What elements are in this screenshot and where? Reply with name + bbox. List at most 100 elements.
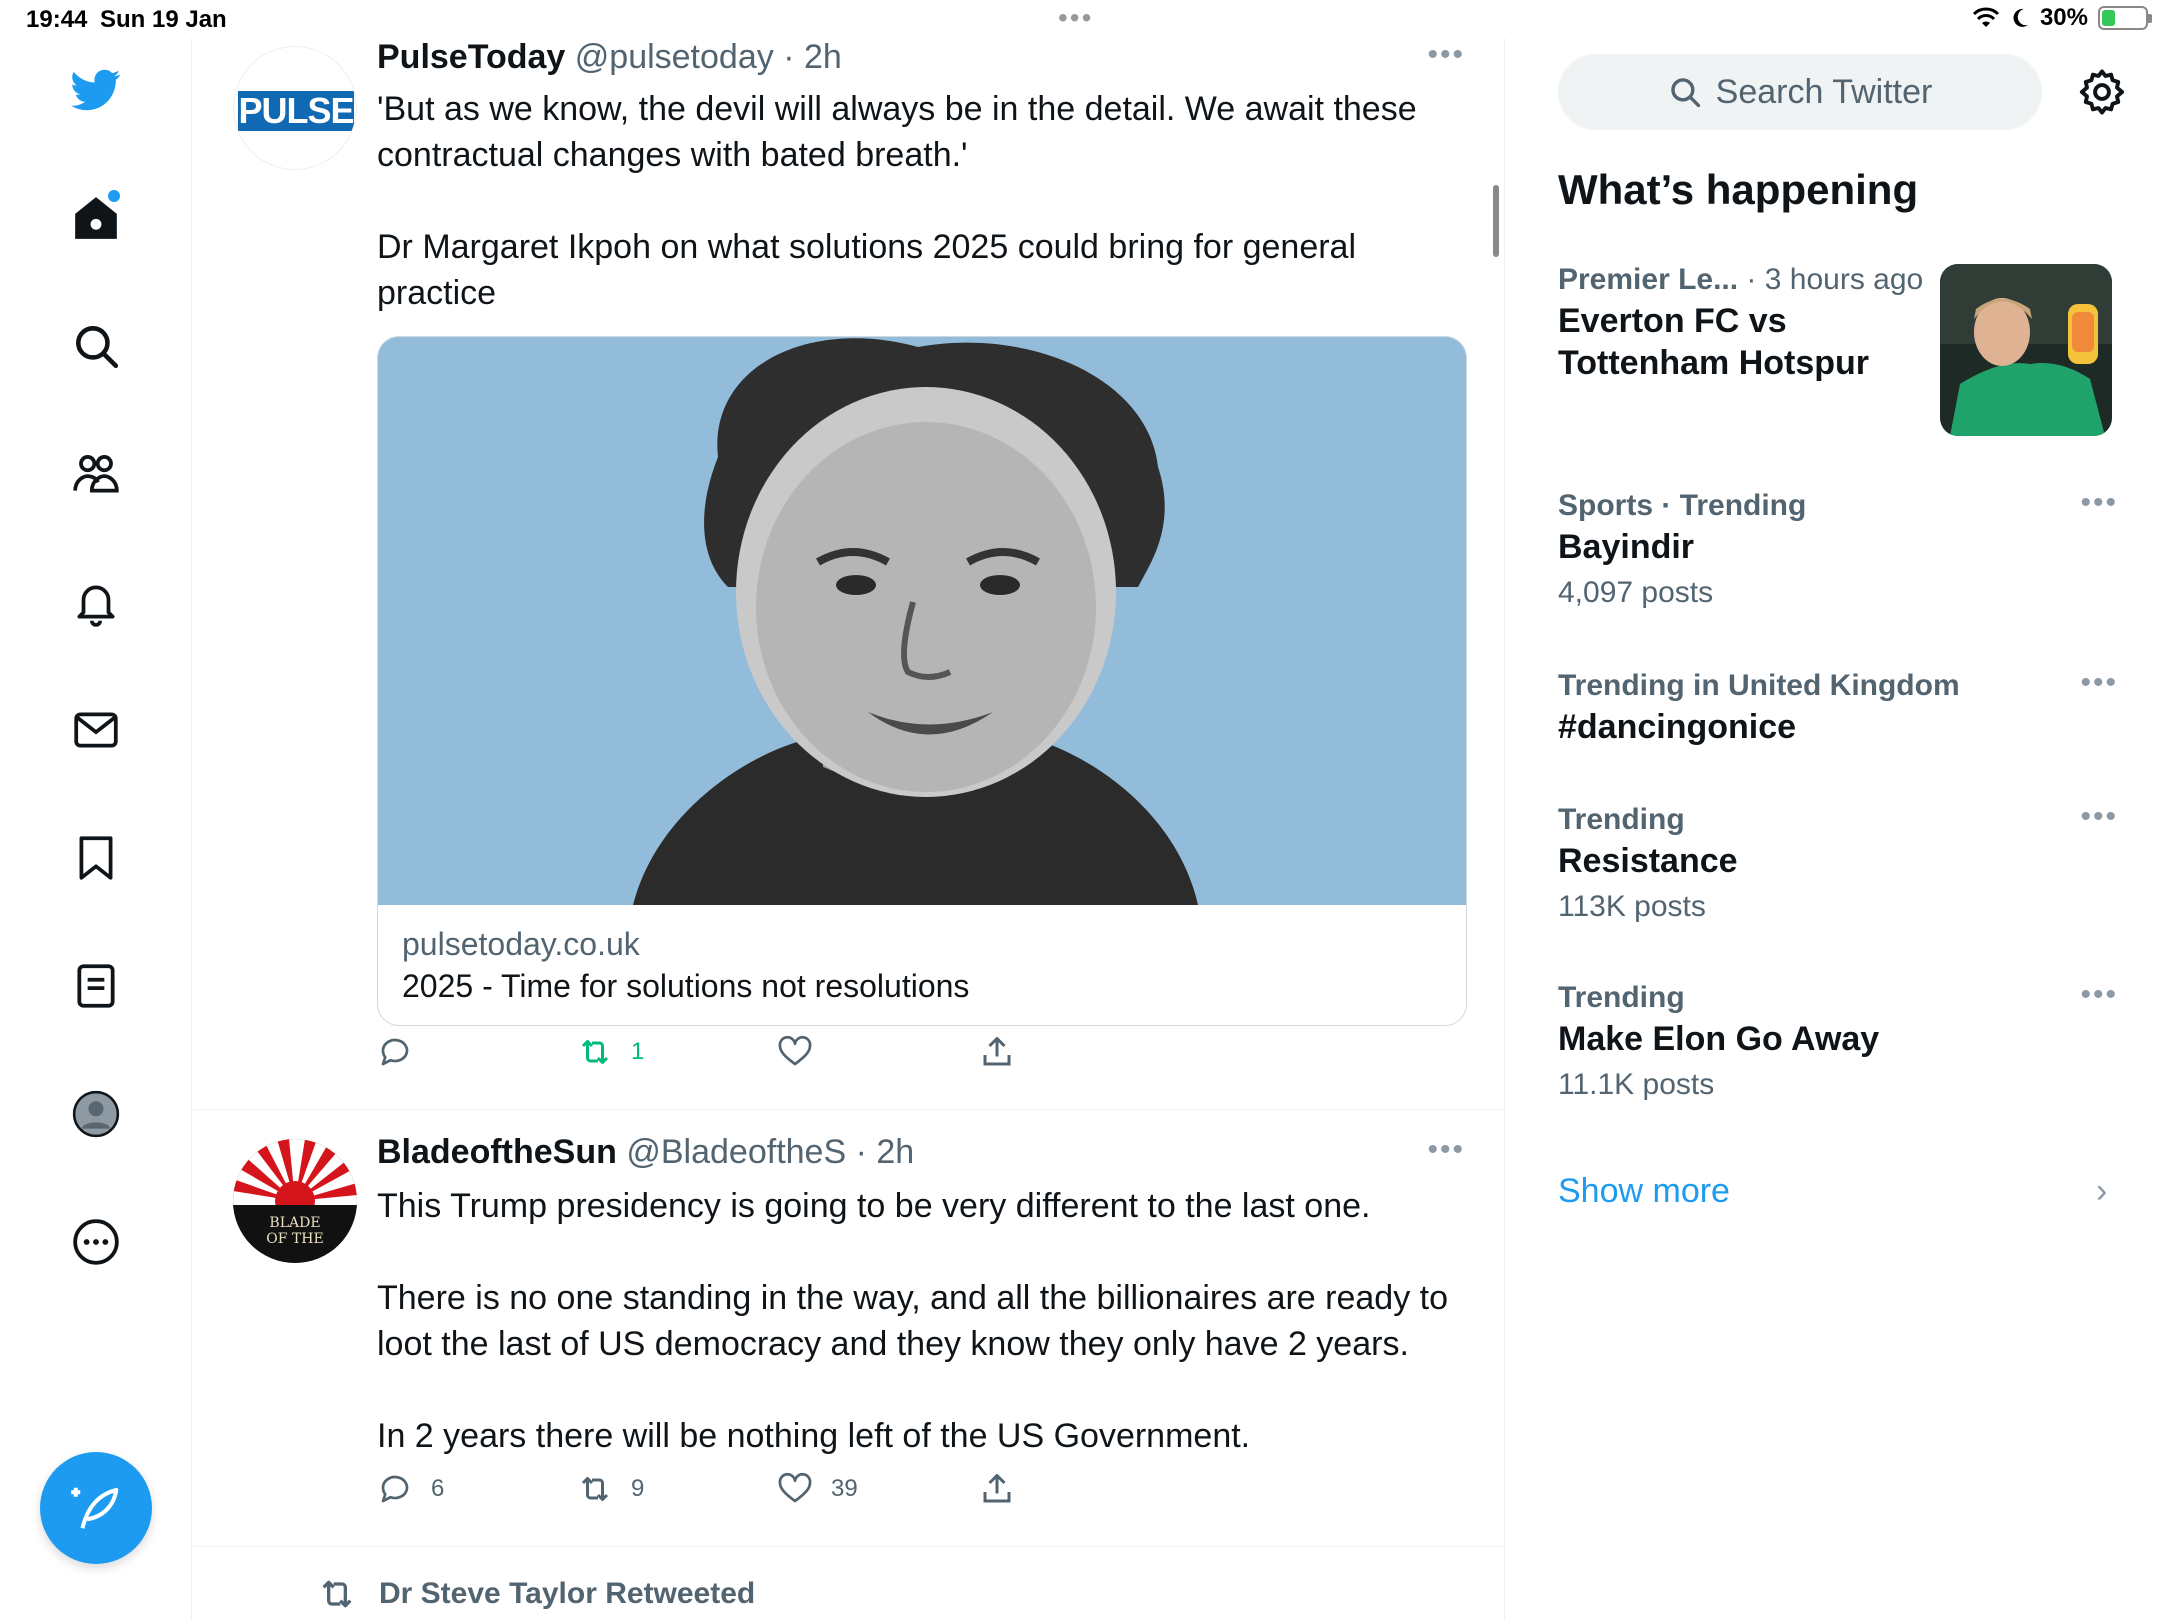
tweet-text: This Trump presidency is going to be ver… (377, 1183, 1457, 1459)
search-input[interactable]: Search Twitter (1558, 54, 2042, 130)
nav-home[interactable] (66, 188, 126, 248)
section-title: What’s happening (1558, 166, 1919, 213)
nav-more[interactable] (66, 1212, 126, 1272)
search-placeholder: Search Twitter (1715, 72, 1933, 111)
tweet-paragraph: 'But as we know, the devil will always b… (377, 90, 1417, 174)
settings-button[interactable] (2076, 66, 2128, 118)
trend-category: Trending (1558, 803, 1685, 836)
battery-percent: 30% (2039, 4, 2088, 31)
card-title: 2025 - Time for solutions not resolution… (402, 968, 970, 1004)
tweet[interactable]: PULSE PulseToday @pulsetoday · 2h ••• 'B… (193, 38, 1504, 1110)
right-sidebar: Search Twitter What’s happening Premier … (1506, 38, 2160, 1620)
nav-messages[interactable] (66, 700, 126, 760)
like-button[interactable]: 39 (777, 1471, 858, 1507)
trend-item[interactable]: Premier Le... · 3 hours ago Everton FC v… (1558, 260, 1948, 384)
left-navigation (0, 38, 192, 1620)
trend-topic: Everton FC vs (1558, 302, 1787, 340)
reply-count: 6 (431, 1475, 445, 1502)
link-card[interactable]: pulsetoday.co.uk 2025 - Time for solutio… (377, 336, 1467, 1026)
profile-icon (72, 1090, 120, 1138)
svg-text:OF THE: OF THE (266, 1231, 323, 1247)
retweet-count: 1 (631, 1038, 645, 1065)
share-button[interactable] (979, 1471, 1015, 1507)
trend-item[interactable]: Trending in United Kingdom #dancingonice… (1558, 666, 2118, 748)
compose-tweet-button[interactable] (40, 1452, 152, 1564)
search-icon (76, 326, 119, 369)
twitter-logo[interactable] (66, 60, 126, 120)
trend-category: Sports · Trending (1558, 489, 1807, 522)
retweet-button[interactable]: 9 (577, 1471, 644, 1507)
trend-time: · 3 hours ago (1738, 263, 1924, 296)
like-count: 39 (831, 1475, 858, 1502)
like-button[interactable] (777, 1034, 831, 1070)
timeline-scrollbar[interactable] (1493, 185, 1499, 257)
status-indicators: 30% (1972, 4, 2152, 32)
tweet-header: BladeoftheSun @BladeoftheS · 2h (377, 1133, 914, 1172)
reply-icon (381, 1475, 409, 1503)
tweet-more-button[interactable]: ••• (1427, 1133, 1465, 1167)
show-more-link[interactable]: Show more (1558, 1172, 1730, 1211)
svg-text:BLADE: BLADE (269, 1215, 320, 1231)
tweet[interactable]: BLADE OF THE BladeoftheSun @BladeoftheS … (193, 1111, 1504, 1547)
bookmarks-icon (79, 836, 113, 880)
heart-icon (778, 1472, 812, 1503)
notifications-icon (77, 585, 115, 627)
trend-thumbnail[interactable] (1940, 264, 2112, 436)
trend-category: Trending (1558, 981, 1685, 1014)
author-handle[interactable]: @BladeoftheS (626, 1133, 846, 1171)
reply-icon (381, 1038, 409, 1066)
tweet-more-button[interactable]: ••• (1427, 38, 1465, 72)
messages-icon (74, 712, 118, 748)
search-icon (1670, 78, 1700, 108)
nav-bookmarks[interactable] (66, 828, 126, 888)
nav-profile[interactable] (66, 1084, 126, 1144)
trend-item[interactable]: Trending Make Elon Go Away 11.1K posts •… (1558, 978, 2118, 1106)
trend-item[interactable]: Sports · Trending Bayindir 4,097 posts •… (1558, 486, 2118, 614)
nav-notifications[interactable] (66, 572, 126, 632)
trend-more-button[interactable]: ••• (2080, 486, 2118, 520)
trend-more-button[interactable]: ••• (2080, 800, 2118, 834)
heart-icon (778, 1035, 812, 1066)
trend-category: Premier Le... (1558, 263, 1739, 296)
moon-icon (2013, 8, 2028, 27)
retweet-button[interactable]: 1 (577, 1034, 644, 1070)
home-timeline[interactable]: PULSE PulseToday @pulsetoday · 2h ••• 'B… (193, 38, 1505, 1620)
battery-icon (2098, 6, 2152, 30)
nav-communities[interactable] (66, 444, 126, 504)
retweeted-by-text: Dr Steve Taylor Retweeted (379, 1577, 756, 1610)
trend-item[interactable]: Trending Resistance 113K posts ••• (1558, 800, 2118, 928)
status-bar: 19:44 Sun 19 Jan ••• 30% (0, 0, 2160, 38)
trend-context: Trending (1558, 978, 2118, 1018)
tweet-paragraph: There is no one standing in the way, and… (377, 1279, 1449, 1363)
author-name[interactable]: BladeoftheSun (377, 1133, 617, 1171)
trend-more-button[interactable]: ••• (2080, 666, 2118, 700)
retweeted-by-label[interactable]: Dr Steve Taylor Retweeted (317, 1574, 755, 1614)
author-handle[interactable]: @pulsetoday (575, 38, 774, 76)
wifi-icon (1972, 7, 2000, 27)
trend-topic: #dancingonice (1558, 708, 1797, 746)
tweet-time[interactable]: · 2h (783, 38, 842, 76)
avatar-bladeofthesun[interactable]: BLADE OF THE (233, 1139, 357, 1263)
retweet-icon (581, 1477, 609, 1501)
trend-topic: Tottenham Hotspur (1558, 344, 1870, 382)
pulse-logo: PULSE (238, 90, 355, 131)
tweet-actions: 1 (377, 1034, 1177, 1078)
trend-more-button[interactable]: ••• (2080, 978, 2118, 1012)
trend-context: Sports · Trending (1558, 486, 2118, 526)
author-name[interactable]: PulseToday (377, 38, 565, 76)
avatar-pulsetoday[interactable]: PULSE (233, 46, 357, 170)
more-icon (73, 1219, 119, 1265)
nav-explore[interactable] (66, 316, 126, 376)
communities-icon (73, 455, 119, 493)
reply-button[interactable] (377, 1034, 431, 1070)
multitasking-handle[interactable]: ••• (1058, 2, 1093, 34)
tweet-time[interactable]: · 2h (856, 1133, 915, 1171)
tweet-actions: 6 9 39 (377, 1471, 1177, 1515)
share-button[interactable] (979, 1034, 1015, 1070)
tweet-paragraph: In 2 years there will be nothing left of… (377, 1417, 1251, 1455)
tweet-text: 'But as we know, the devil will always b… (377, 86, 1457, 316)
nav-lists[interactable] (66, 956, 126, 1016)
reply-button[interactable]: 6 (377, 1471, 444, 1507)
portrait-illustration (378, 337, 1466, 905)
status-date: Sun 19 Jan (100, 6, 227, 33)
